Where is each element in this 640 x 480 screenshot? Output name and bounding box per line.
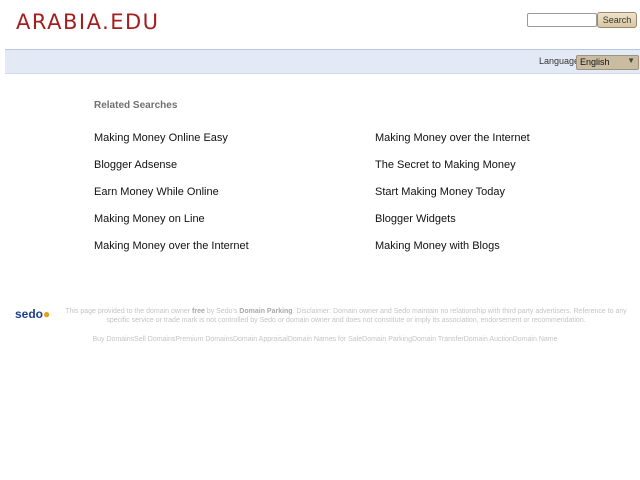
related-searches-heading: Related Searches xyxy=(94,100,178,111)
language-select[interactable]: English ▼ xyxy=(576,55,639,70)
related-link[interactable]: Making Money on Line xyxy=(94,213,205,225)
disclaimer-free: free xyxy=(192,308,205,315)
footer-link[interactable]: Domain Name xyxy=(513,336,558,343)
language-selected-value: English xyxy=(580,57,610,67)
footer-link[interactable]: Buy Domains xyxy=(93,336,135,343)
sedo-logo-dot-icon: ● xyxy=(43,307,51,321)
related-link[interactable]: Blogger Adsense xyxy=(94,159,177,171)
footer-link[interactable]: Domain Parking xyxy=(362,336,412,343)
related-link[interactable]: Making Money with Blogs xyxy=(375,240,500,252)
site-logo[interactable]: ARABIA.EDU xyxy=(16,10,160,34)
disclaimer-text: This page provided to the domain owner f… xyxy=(60,307,632,325)
footer-link[interactable]: Premium Domains xyxy=(175,336,233,343)
related-link[interactable]: Earn Money While Online xyxy=(94,186,219,198)
related-link[interactable]: Making Money over the Internet xyxy=(375,132,530,144)
sedo-logo-text: sedo xyxy=(15,307,44,321)
related-link[interactable]: Making Money over the Internet xyxy=(94,240,249,252)
related-link[interactable]: The Secret to Making Money xyxy=(375,159,516,171)
footer-link[interactable]: Domain Transfer xyxy=(412,336,464,343)
disclaimer-part: This page provided to the domain owner xyxy=(65,308,193,315)
footer-link[interactable]: Domain Appraisal xyxy=(233,336,288,343)
related-link[interactable]: Start Making Money Today xyxy=(375,186,505,198)
sedo-logo[interactable]: sedo● xyxy=(15,307,50,321)
footer-link[interactable]: Domain Auction xyxy=(464,336,513,343)
related-link[interactable]: Blogger Widgets xyxy=(375,213,456,225)
search-input[interactable] xyxy=(527,13,597,27)
footer-link[interactable]: Domain Names for Sale xyxy=(288,336,362,343)
domain-parking-link[interactable]: Domain Parking xyxy=(239,308,292,315)
footer-link[interactable]: Sell Domains xyxy=(134,336,175,343)
disclaimer-part: by Sedo's xyxy=(204,308,240,315)
search-button[interactable]: Search xyxy=(597,12,637,28)
dropdown-arrow-icon: ▼ xyxy=(627,56,635,65)
footer-links: Buy DomainsSell DomainsPremium DomainsDo… xyxy=(60,336,590,343)
related-link[interactable]: Making Money Online Easy xyxy=(94,132,228,144)
